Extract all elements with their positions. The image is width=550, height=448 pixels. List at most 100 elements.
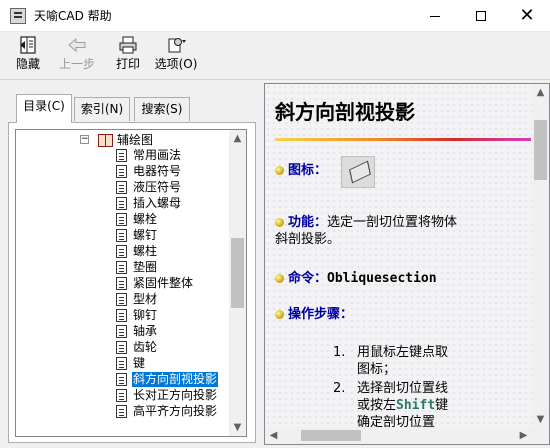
tree-item-label: 型材 [133, 291, 158, 306]
tree-item[interactable]: 长对正方向投影 [116, 387, 218, 403]
print-button[interactable]: 打印 [112, 36, 144, 76]
tree-item-label: 液压符号 [133, 179, 182, 194]
scroll-down-icon[interactable]: ▼ [229, 419, 246, 436]
step-text-prefix: 或按左 [357, 398, 397, 413]
tree-item[interactable]: 型材 [116, 291, 218, 307]
tree-item[interactable]: 齿轮 [116, 339, 218, 355]
tree-children: 常用画法 电器符号 液压符号 插入螺母 螺栓 螺钉 螺柱 垫圈 紧固件整体 型材 铆钉 轴承 齿轮键斜方… [116, 147, 219, 419]
tree-item[interactable]: 螺柱 [116, 243, 218, 259]
command-label: 命令： [288, 271, 328, 286]
tree-item[interactable]: 插入螺母 [116, 195, 218, 211]
page-icon [116, 324, 127, 338]
steps-list: 1. 用鼠标左键点取 图标； 2. 选择剖切位置线 或按左Shift键 确定剖切… [333, 344, 523, 428]
step-item: 1. 用鼠标左键点取 图标； [333, 344, 523, 378]
tree-item[interactable]: 液压符号 [116, 179, 218, 195]
tree-node-label: 辅绘图 [117, 133, 154, 147]
tree-item[interactable]: 高平齐方向投影 [116, 403, 218, 419]
tree-scrollbar[interactable]: ▲ ▼ [229, 130, 246, 436]
collapse-icon[interactable]: − [80, 135, 89, 144]
icon-section: 图标： [275, 162, 327, 179]
options-label: 选项(O) [154, 57, 198, 71]
page-icon [116, 212, 127, 226]
maximize-button[interactable] [458, 0, 504, 32]
title-bar: 天喻CAD 帮助 ✕ [0, 0, 550, 32]
tree-item[interactable]: 斜方向剖视投影 [116, 371, 219, 387]
options-button[interactable]: 选项(O) [152, 36, 200, 76]
bullet-icon [275, 166, 284, 175]
back-button[interactable]: 上一步 [57, 36, 97, 76]
tree-item-label: 螺柱 [133, 243, 158, 258]
tree-item[interactable]: 垫圈 [116, 259, 218, 275]
step-text-line1: 用鼠标左键点取 [357, 345, 449, 360]
page-icon [116, 276, 127, 290]
gradient-divider [275, 138, 531, 141]
step-text-line3: 确定剖切位置 [357, 415, 436, 428]
app-icon [10, 8, 26, 24]
bullet-icon [275, 274, 284, 283]
scroll-thumb[interactable] [534, 120, 547, 180]
tree-item[interactable]: 轴承 [116, 323, 218, 339]
command-section: 命令：Obliquesection [275, 270, 437, 287]
page-icon [116, 388, 127, 402]
content-vertical-scrollbar[interactable]: ▲ ▼ [532, 84, 549, 428]
window-title: 天喻CAD 帮助 [34, 9, 112, 23]
step-text-suffix: 键 [435, 398, 449, 413]
tree-item-label: 斜方向剖视投影 [132, 371, 219, 387]
tree-item[interactable]: 铆钉 [116, 307, 218, 323]
step-item: 2. 选择剖切位置线 或按左Shift键 确定剖切位置 [333, 380, 523, 428]
content-horizontal-scrollbar[interactable]: ◀ ▶ [265, 427, 532, 444]
tree-item[interactable]: 紧固件整体 [116, 275, 218, 291]
minimize-icon [430, 15, 440, 17]
scroll-up-icon[interactable]: ▲ [229, 130, 246, 147]
page-icon [116, 308, 127, 322]
function-label: 功能： [288, 215, 328, 230]
scroll-right-icon[interactable]: ▶ [515, 427, 532, 444]
printer-icon [119, 36, 137, 54]
tab-search[interactable]: 搜索(S) [134, 97, 190, 121]
function-text-line2: 斜剖投影。 [275, 232, 341, 247]
tab-index[interactable]: 索引(N) [74, 97, 130, 121]
print-label: 打印 [115, 57, 140, 71]
page-icon [116, 148, 127, 162]
toolbar: 隐藏 上一步 打印 选项(O) [0, 32, 550, 80]
tree-item-label: 高平齐方向投影 [133, 403, 218, 418]
tree-item[interactable]: 常用画法 [116, 147, 218, 163]
page-icon [116, 196, 127, 210]
page-icon [116, 244, 127, 258]
open-book-icon [97, 133, 113, 147]
minimize-button[interactable] [412, 0, 458, 32]
tree-item[interactable]: 螺栓 [116, 211, 218, 227]
hide-button[interactable]: 隐藏 [10, 36, 46, 76]
tree-item[interactable]: 电器符号 [116, 163, 218, 179]
page-icon [116, 404, 127, 418]
contents-tree: − 辅绘图 常用画法 电器符号 液压符号 插入螺母 螺栓 螺钉 螺柱 垫圈 紧固件整体 型材 铆钉轴… [15, 129, 247, 437]
scroll-left-icon[interactable]: ◀ [265, 427, 282, 444]
step-text-line2: 图标； [357, 362, 397, 377]
topic-body: 斜方向剖视投影 图标： 功能：选定一剖切位置将物体 斜剖投影。 命令：Obliq… [265, 84, 532, 428]
scroll-down-icon[interactable]: ▼ [532, 411, 549, 428]
scroll-up-icon[interactable]: ▲ [532, 84, 549, 101]
tree-item[interactable]: 键 [116, 355, 218, 371]
tree-node-parent[interactable]: − 辅绘图 [80, 132, 153, 147]
tree-item-label: 插入螺母 [133, 195, 182, 210]
scroll-thumb[interactable] [231, 238, 244, 308]
scroll-thumb[interactable] [301, 430, 361, 441]
command-value: Obliquesection [327, 271, 437, 286]
bullet-icon [275, 218, 284, 227]
back-label: 上一步 [58, 57, 95, 71]
tree-item-label: 铆钉 [133, 307, 158, 322]
content-pane: 斜方向剖视投影 图标： 功能：选定一剖切位置将物体 斜剖投影。 命令：Obliq… [262, 81, 550, 448]
tree-item-label: 电器符号 [133, 163, 182, 178]
page-icon [116, 292, 127, 306]
page-icon [116, 356, 127, 370]
close-button[interactable]: ✕ [504, 0, 550, 32]
function-section: 功能：选定一剖切位置将物体 斜剖投影。 [275, 214, 525, 248]
oblique-section-tool-icon [341, 156, 375, 188]
page-icon [116, 372, 127, 386]
tree-item[interactable]: 螺钉 [116, 227, 218, 243]
steps-section: 操作步骤： [275, 306, 353, 323]
tab-contents[interactable]: 目录(C) [16, 94, 72, 123]
page-icon [116, 340, 127, 354]
tree-item-label: 垫圈 [133, 259, 158, 274]
topic-title: 斜方向剖视投影 [275, 100, 415, 124]
